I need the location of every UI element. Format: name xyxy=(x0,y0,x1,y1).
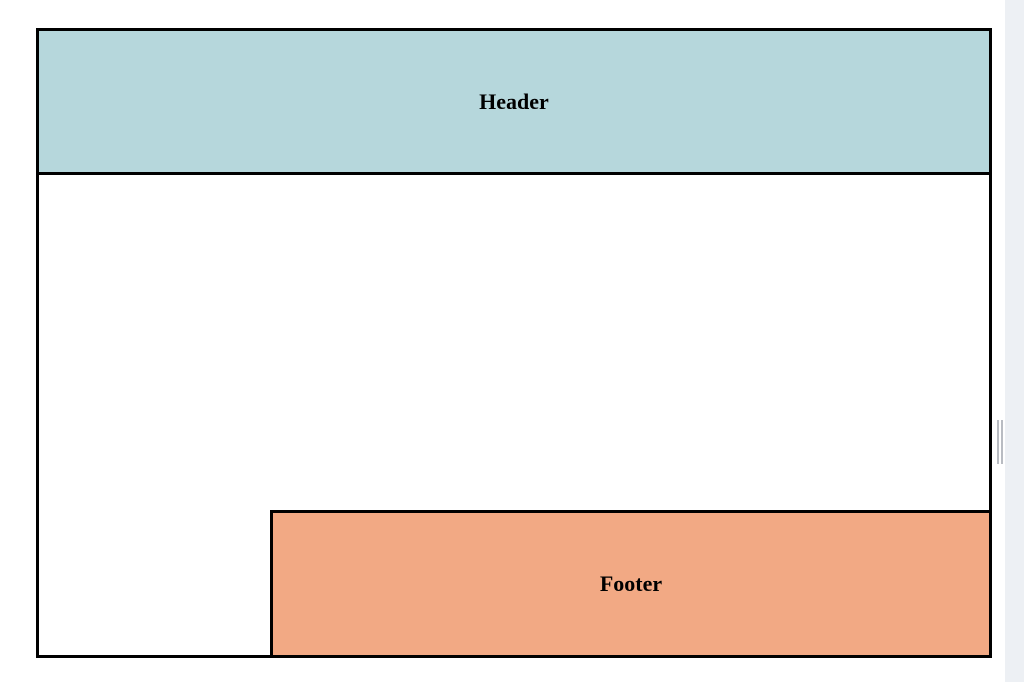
footer-label: Footer xyxy=(600,571,662,597)
header-label: Header xyxy=(479,89,549,115)
footer-region: Footer xyxy=(270,510,992,658)
layout-container: Header Footer xyxy=(36,28,992,658)
page-canvas: Header Footer xyxy=(0,0,1005,682)
content-region: Footer xyxy=(39,175,989,655)
header-region: Header xyxy=(39,31,989,175)
resize-handle-icon[interactable] xyxy=(997,420,1003,464)
